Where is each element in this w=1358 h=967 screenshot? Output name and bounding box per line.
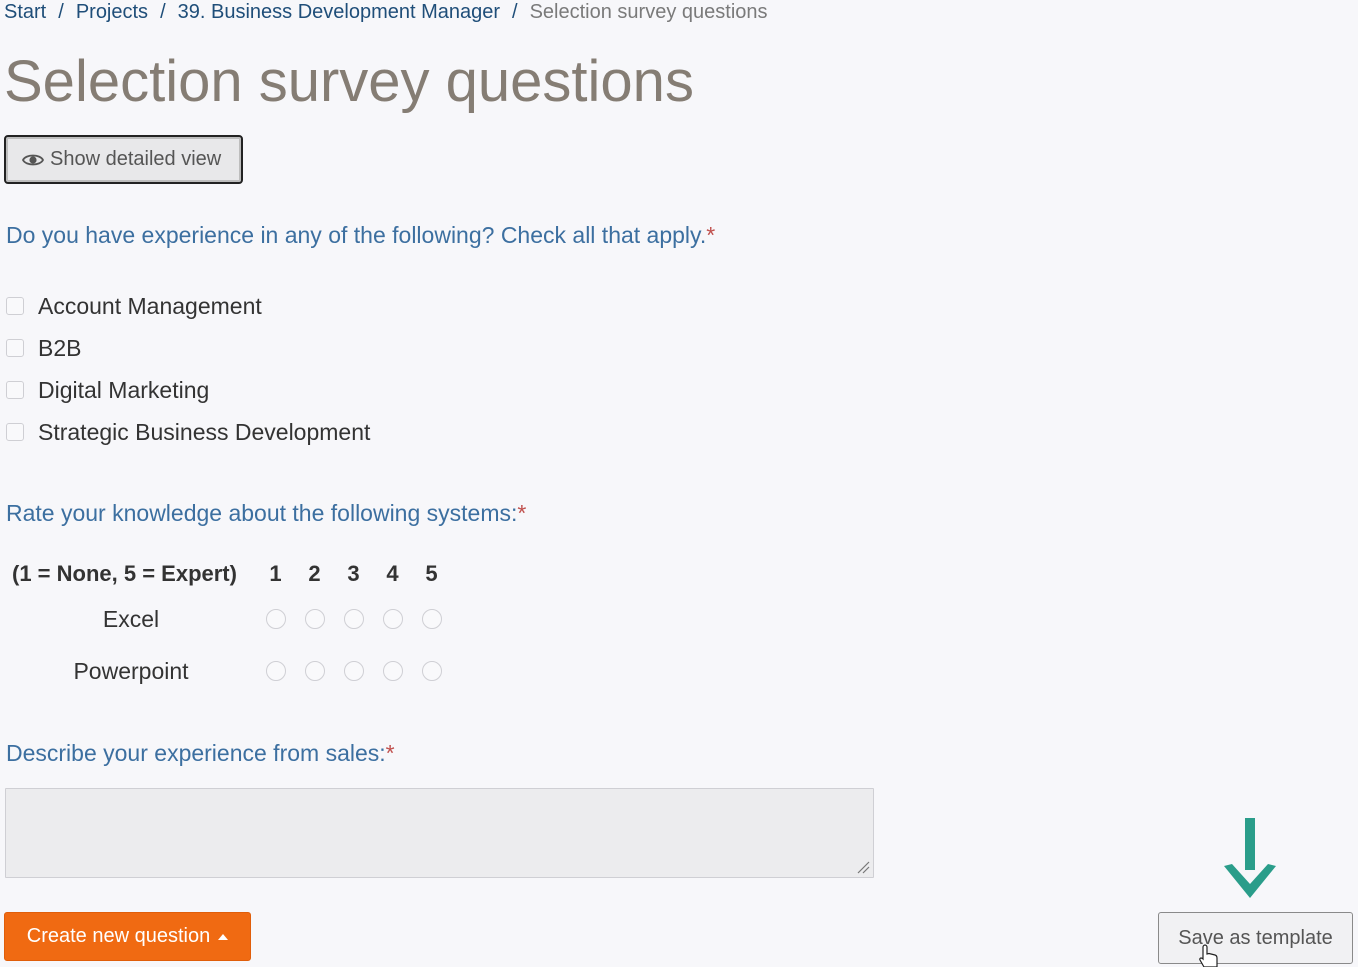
required-mark: * bbox=[517, 500, 527, 526]
experience-options: Account Management B2B Digital Marketing… bbox=[6, 285, 370, 453]
radio-powerpoint-5[interactable] bbox=[421, 661, 442, 681]
required-mark: * bbox=[385, 740, 395, 766]
option-b2b[interactable]: B2B bbox=[6, 327, 370, 369]
show-detailed-view-button[interactable]: Show detailed view bbox=[4, 135, 243, 184]
radio-excel-4[interactable] bbox=[382, 609, 403, 629]
option-account-management[interactable]: Account Management bbox=[6, 285, 370, 327]
create-new-question-button[interactable]: Create new question bbox=[4, 912, 251, 961]
question-text: Do you have experience in any of the fol… bbox=[6, 222, 707, 248]
scale-value: 5 bbox=[425, 561, 438, 586]
question-text: Describe your experience from sales: bbox=[6, 740, 386, 766]
question-text: Rate your knowledge about the following … bbox=[6, 500, 518, 526]
radio-excel-2[interactable] bbox=[304, 609, 325, 629]
hand-cursor-icon bbox=[1199, 944, 1218, 967]
checkbox[interactable] bbox=[6, 381, 24, 399]
radio-excel-3[interactable] bbox=[343, 609, 364, 629]
resize-grip-icon[interactable] bbox=[856, 860, 870, 874]
rating-row-powerpoint: Powerpoint bbox=[6, 645, 451, 697]
scale-label: (1 = None, 5 = Expert) bbox=[12, 561, 237, 586]
option-label: Digital Marketing bbox=[38, 376, 210, 403]
row-label: Powerpoint bbox=[73, 657, 189, 684]
required-mark: * bbox=[706, 222, 716, 248]
breadcrumb-separator: / bbox=[58, 1, 64, 23]
question-experience: Do you have experience in any of the fol… bbox=[6, 221, 715, 249]
breadcrumb-separator: / bbox=[160, 1, 166, 23]
arrow-down-icon bbox=[1224, 818, 1276, 898]
page-title: Selection survey questions bbox=[4, 49, 694, 114]
survey-page: Start / Projects / 39. Business Development … bbox=[0, 0, 1358, 967]
option-strategic-business-development[interactable]: Strategic Business Development bbox=[6, 411, 370, 453]
radio-powerpoint-2[interactable] bbox=[304, 661, 325, 681]
option-label: Account Management bbox=[38, 292, 262, 319]
breadcrumb: Start / Projects / 39. Business Development … bbox=[4, 0, 768, 24]
scale-value: 2 bbox=[308, 561, 321, 586]
radio-powerpoint-3[interactable] bbox=[343, 661, 364, 681]
option-label: B2B bbox=[38, 334, 82, 361]
breadcrumb-project[interactable]: 39. Business Development Manager bbox=[178, 1, 500, 23]
scale-value: 1 bbox=[269, 561, 282, 586]
radio-powerpoint-4[interactable] bbox=[382, 661, 403, 681]
save-as-template-button[interactable]: Save as template bbox=[1158, 912, 1353, 964]
checkbox[interactable] bbox=[6, 339, 24, 357]
radio-excel-5[interactable] bbox=[421, 609, 442, 629]
breadcrumb-start[interactable]: Start bbox=[4, 1, 46, 23]
scale-value: 4 bbox=[386, 561, 399, 586]
sales-experience-textarea[interactable] bbox=[5, 788, 874, 878]
breadcrumb-current: Selection survey questions bbox=[529, 1, 768, 23]
eye-icon bbox=[22, 152, 44, 168]
question-knowledge-rating: Rate your knowledge about the following … bbox=[6, 499, 526, 527]
show-detailed-view-label: Show detailed view bbox=[50, 148, 222, 170]
radio-excel-1[interactable] bbox=[265, 609, 286, 629]
rating-header: (1 = None, 5 = Expert) 1 2 3 4 5 bbox=[6, 555, 451, 593]
rating-row-excel: Excel bbox=[6, 593, 451, 645]
option-label: Strategic Business Development bbox=[38, 418, 371, 445]
create-new-question-label: Create new question bbox=[26, 925, 211, 947]
radio-powerpoint-1[interactable] bbox=[265, 661, 286, 681]
checkbox[interactable] bbox=[6, 423, 24, 441]
breadcrumb-projects[interactable]: Projects bbox=[76, 1, 148, 23]
question-sales-experience: Describe your experience from sales:* bbox=[6, 739, 395, 767]
checkbox[interactable] bbox=[6, 297, 24, 315]
breadcrumb-separator: / bbox=[512, 1, 518, 23]
rating-table: (1 = None, 5 = Expert) 1 2 3 4 5 Excel P… bbox=[6, 555, 451, 697]
option-digital-marketing[interactable]: Digital Marketing bbox=[6, 369, 370, 411]
row-label: Excel bbox=[102, 605, 160, 632]
caret-up-icon bbox=[218, 934, 229, 940]
scale-value: 3 bbox=[347, 561, 360, 586]
